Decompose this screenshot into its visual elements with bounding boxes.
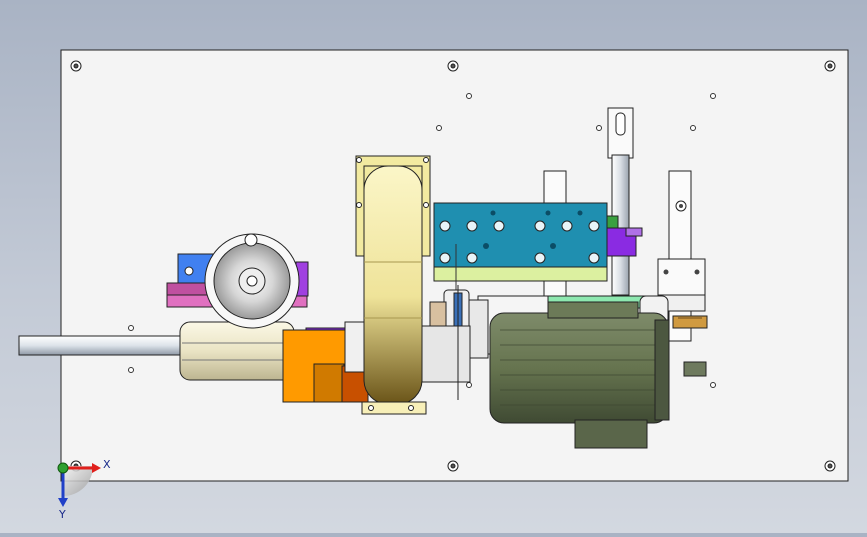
cad-viewport[interactable]: X Y: [0, 0, 867, 533]
x-axis-label: X: [103, 458, 111, 471]
corner-hole-bottom-right: [824, 460, 836, 472]
teal-mounting-block: [433, 202, 608, 295]
corner-hole-top-left: [70, 60, 82, 72]
corner-hole-bottom-mid: [447, 460, 459, 472]
yellow-wheel: [355, 155, 431, 415]
grinding-disc: [204, 233, 300, 329]
corner-hole-top-mid: [447, 60, 459, 72]
feed-blocks: [282, 321, 370, 403]
cad-drawing: X Y: [18, 49, 849, 521]
axis-triad: X Y: [57, 458, 111, 521]
y-axis-label: Y: [58, 508, 66, 521]
roller-stack: [179, 321, 295, 381]
horizontal-shaft: [18, 335, 195, 356]
corner-hole-top-right: [824, 60, 836, 72]
